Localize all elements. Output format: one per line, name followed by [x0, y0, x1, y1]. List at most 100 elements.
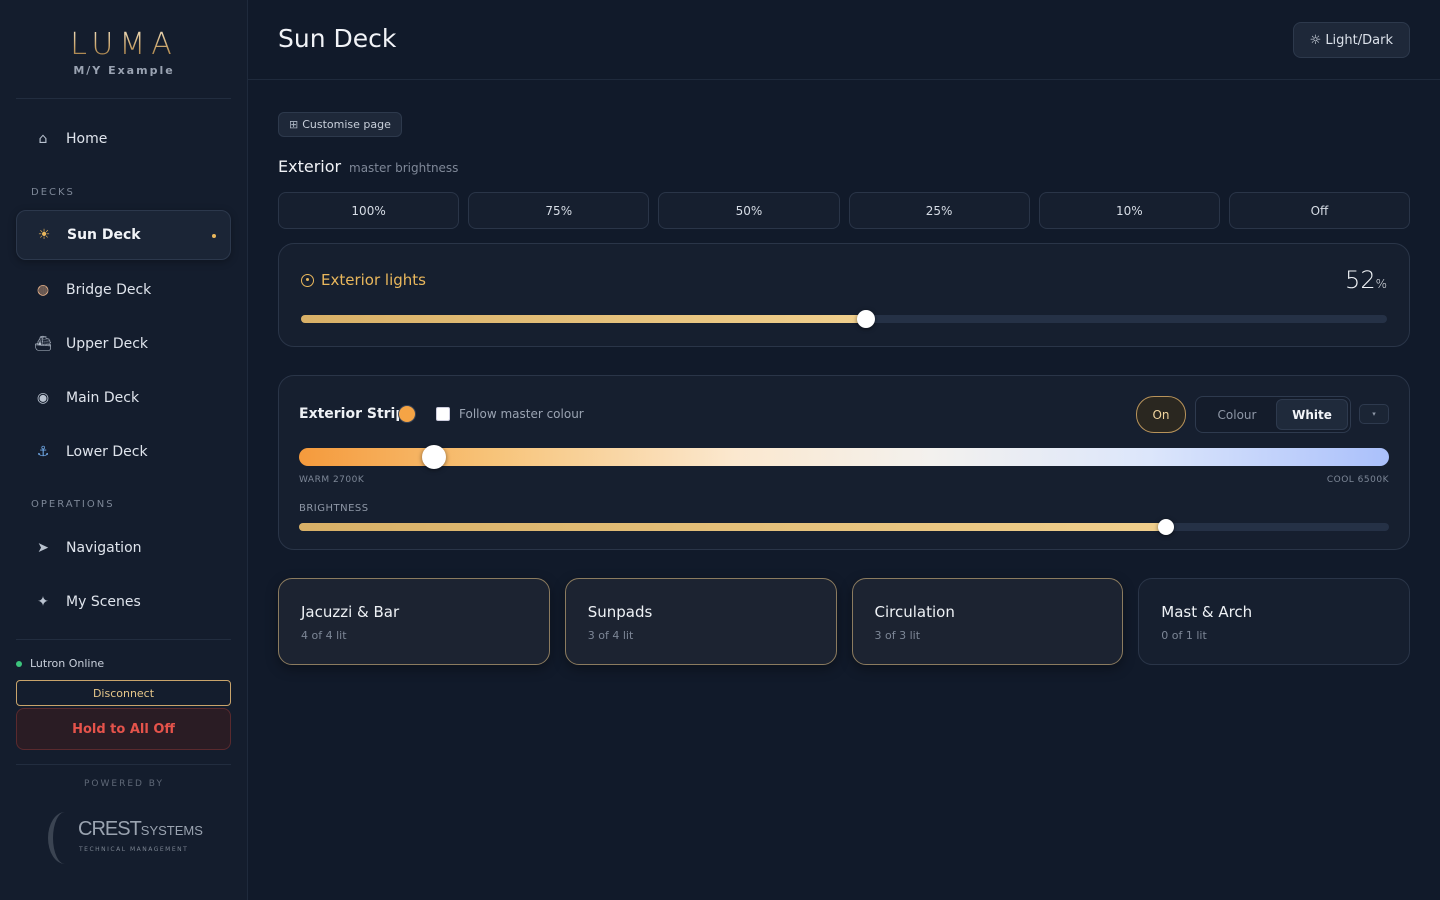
sun-icon: ☀	[37, 227, 51, 243]
cool-label: COOL 6500K	[1326, 475, 1389, 485]
zone-cards: Jacuzzi & Bar 4 of 4 lit Sunpads 3 of 4 …	[278, 578, 1410, 665]
sidebar: LUMA M/Y Example ⌂ Home DECKS ☀ Sun Deck…	[0, 0, 248, 900]
preset-25-button[interactable]: 25%	[848, 192, 1030, 229]
page-header: Sun Deck ☼ Light/Dark	[248, 0, 1440, 80]
strip-brightness-slider[interactable]	[299, 519, 1389, 535]
sidebar-item-upper-deck[interactable]: ⛴ Upper Deck	[16, 319, 231, 369]
zone-name: Mast & Arch	[1161, 603, 1253, 621]
zone-count: 4 of 4 lit	[301, 629, 347, 642]
exterior-strip-title: Exterior Strip	[299, 406, 406, 422]
mode-colour-button[interactable]: Colour	[1198, 399, 1276, 430]
active-indicator	[212, 234, 216, 238]
sidebar-divider	[16, 639, 231, 640]
zone-count: 0 of 1 lit	[1161, 629, 1207, 642]
sidebar-item-main-deck[interactable]: ◉ Main Deck	[16, 373, 231, 423]
preset-75-button[interactable]: 75%	[468, 192, 650, 229]
customise-label: Customise page	[302, 118, 391, 131]
crest-systems-logo: CRESTSYSTEMS TECHNICAL MANAGEMENT	[48, 810, 203, 868]
sidebar-item-label: Sun Deck	[67, 227, 141, 243]
preset-100-button[interactable]: 100%	[278, 192, 460, 229]
colour-temperature-slider[interactable]	[299, 445, 1389, 469]
preset-50-button[interactable]: 50%	[658, 192, 840, 229]
follow-master-label: Follow master colour	[459, 407, 584, 421]
zone-card-mast-arch[interactable]: Mast & Arch 0 of 1 lit	[1138, 578, 1410, 665]
brand: LUMA M/Y Example	[0, 28, 248, 78]
exterior-section-subtitle: master brightness	[349, 161, 459, 175]
light-target-icon	[301, 273, 314, 287]
sidebar-item-navigation[interactable]: ➤ Navigation	[16, 523, 231, 573]
sidebar-item-my-scenes[interactable]: ✦ My Scenes	[16, 577, 231, 627]
home-icon: ⌂	[38, 131, 48, 147]
warm-label: WARM 2700K	[299, 475, 365, 485]
partner-tagline: TECHNICAL MANAGEMENT	[79, 846, 189, 853]
compass-icon: ◍	[36, 282, 50, 298]
exterior-lights-card: Exterior lights 52%	[278, 243, 1410, 347]
sidebar-item-label: Navigation	[66, 540, 142, 556]
sidebar-item-label: Main Deck	[66, 390, 140, 406]
navigation-arrow-icon: ➤	[37, 540, 49, 556]
sidebar-item-label: Home	[66, 131, 108, 147]
zone-count: 3 of 4 lit	[587, 629, 634, 642]
sidebar-divider	[16, 764, 231, 765]
status-dot	[16, 660, 22, 667]
strip-on-button[interactable]: On	[1136, 396, 1186, 433]
sidebar-item-lower-deck[interactable]: ⚓ Lower Deck	[16, 427, 231, 477]
follow-master-checkbox[interactable]	[436, 407, 450, 421]
sidebar-item-label: Upper Deck	[66, 336, 149, 352]
decks-section-label: DECKS	[31, 187, 75, 198]
crest-swoosh-icon	[48, 812, 82, 864]
connection-status: Lutron Online	[16, 657, 104, 670]
percent-unit: %	[1375, 277, 1387, 291]
sidebar-item-home[interactable]: ⌂ Home	[16, 114, 231, 164]
slider-fill	[299, 523, 1166, 531]
zone-card-jacuzzi-bar[interactable]: Jacuzzi & Bar 4 of 4 lit	[278, 578, 550, 665]
zone-name: Circulation	[874, 603, 955, 621]
slider-fill	[301, 315, 866, 323]
slider-thumb[interactable]	[1157, 519, 1174, 535]
expand-options-button[interactable]: ▾	[1359, 404, 1389, 424]
zone-count: 3 of 3 lit	[874, 629, 921, 642]
dining-icon: ◉	[36, 390, 50, 406]
exterior-lights-title: Exterior lights	[321, 271, 426, 289]
theme-toggle-button[interactable]: ☼ Light/Dark	[1292, 22, 1410, 58]
partner-suffix: SYSTEMS	[140, 823, 203, 838]
sidebar-item-bridge-deck[interactable]: ◍ Bridge Deck	[16, 265, 231, 315]
brightness-presets: 100% 75% 50% 25% 10% Off	[278, 192, 1411, 229]
zone-card-circulation[interactable]: Circulation 3 of 3 lit	[851, 578, 1124, 665]
theme-toggle-label: Light/Dark	[1325, 32, 1393, 48]
zone-card-sunpads[interactable]: Sunpads 3 of 4 lit	[564, 578, 837, 665]
status-text: Lutron Online	[30, 657, 105, 670]
colour-mode-segmented: Colour White	[1195, 396, 1351, 433]
mode-white-button[interactable]: White	[1276, 399, 1348, 430]
all-off-button[interactable]: Hold to All Off	[16, 708, 231, 750]
powered-by-label: POWERED BY	[83, 779, 164, 789]
sidebar-item-label: Bridge Deck	[66, 282, 152, 298]
temperature-thumb[interactable]	[422, 445, 447, 469]
sidebar-item-sun-deck[interactable]: ☀ Sun Deck	[16, 210, 231, 260]
slider-thumb[interactable]	[856, 310, 875, 328]
exterior-strip-card: Exterior Strip Follow master colour On C…	[278, 375, 1410, 550]
exterior-lights-value: 52%	[1345, 266, 1387, 294]
page-title: Sun Deck	[278, 24, 397, 53]
disconnect-button[interactable]: Disconnect	[16, 680, 231, 706]
operations-section-label: OPERATIONS	[31, 499, 115, 510]
exterior-section-title: Exterior	[278, 157, 342, 176]
preset-10-button[interactable]: 10%	[1038, 192, 1220, 229]
customise-page-button[interactable]: ⊞ Customise page	[278, 112, 402, 137]
luma-logo: LUMA	[0, 28, 248, 62]
sidebar-item-label: My Scenes	[66, 594, 141, 610]
zone-name: Jacuzzi & Bar	[301, 603, 400, 621]
boat-icon: ⛴	[34, 336, 52, 352]
sun-outline-icon: ☼	[1309, 32, 1322, 48]
colour-swatch[interactable]	[399, 406, 415, 422]
preset-off-button[interactable]: Off	[1228, 192, 1411, 229]
grid-icon: ⊞	[289, 118, 299, 131]
sparkle-icon: ✦	[37, 594, 49, 610]
sidebar-divider	[16, 98, 231, 99]
anchor-icon: ⚓	[36, 444, 50, 460]
zone-name: Sunpads	[587, 603, 653, 621]
exterior-lights-slider[interactable]	[301, 310, 1387, 328]
sidebar-item-label: Lower Deck	[66, 444, 148, 460]
partner-name: CREST	[78, 818, 142, 840]
vessel-name: M/Y Example	[73, 64, 175, 77]
